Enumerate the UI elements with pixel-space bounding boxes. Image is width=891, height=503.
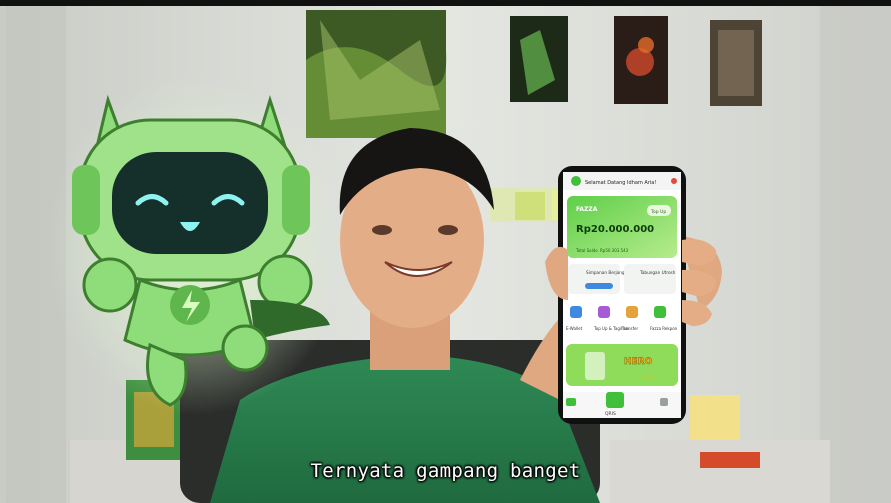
video-frame: Selamat Datang Idham Aria! FAZZA Top Up … [0,0,891,503]
account-name: FAZZA [576,206,598,213]
menu-fazza[interactable]: Fazza Rekpon [650,326,678,331]
qris-icon[interactable] [606,392,624,408]
topup-label: Top Up [650,209,666,215]
video-subtitle: Ternyata gampang banget [310,460,581,482]
notification-icon[interactable] [671,178,677,184]
total-value: Rp50.303.543 [600,248,629,253]
promo-title: HERO [624,357,653,367]
smartphone: Selamat Datang Idham Aria! FAZZA Top Up … [558,166,686,424]
scene-illustration: Selamat Datang Idham Aria! FAZZA Top Up … [0,0,891,503]
savings-card-2[interactable] [624,264,676,294]
promo-banner[interactable] [566,344,678,386]
savings-label-1: Simpanan Berjangka [586,270,630,275]
wall-painting-large [306,10,447,139]
balance-value: Rp20.000.000 [576,224,654,235]
menu-transfer[interactable]: Transfer [621,326,638,331]
app-logo-icon [571,176,581,186]
menu-ewallet[interactable]: E-Wallet [566,326,583,331]
home-icon[interactable] [566,398,576,406]
savings-label-2: Tabungan Utrosh [639,270,676,275]
phone-greeting: Selamat Datang Idham Aria! [585,180,656,186]
qris-label: QRIS [605,411,616,417]
menu-icon[interactable] [660,398,668,406]
promo-rate: 9% [644,374,656,382]
total-label: Total Saldo [575,248,598,253]
savings-card-1[interactable] [568,264,620,294]
